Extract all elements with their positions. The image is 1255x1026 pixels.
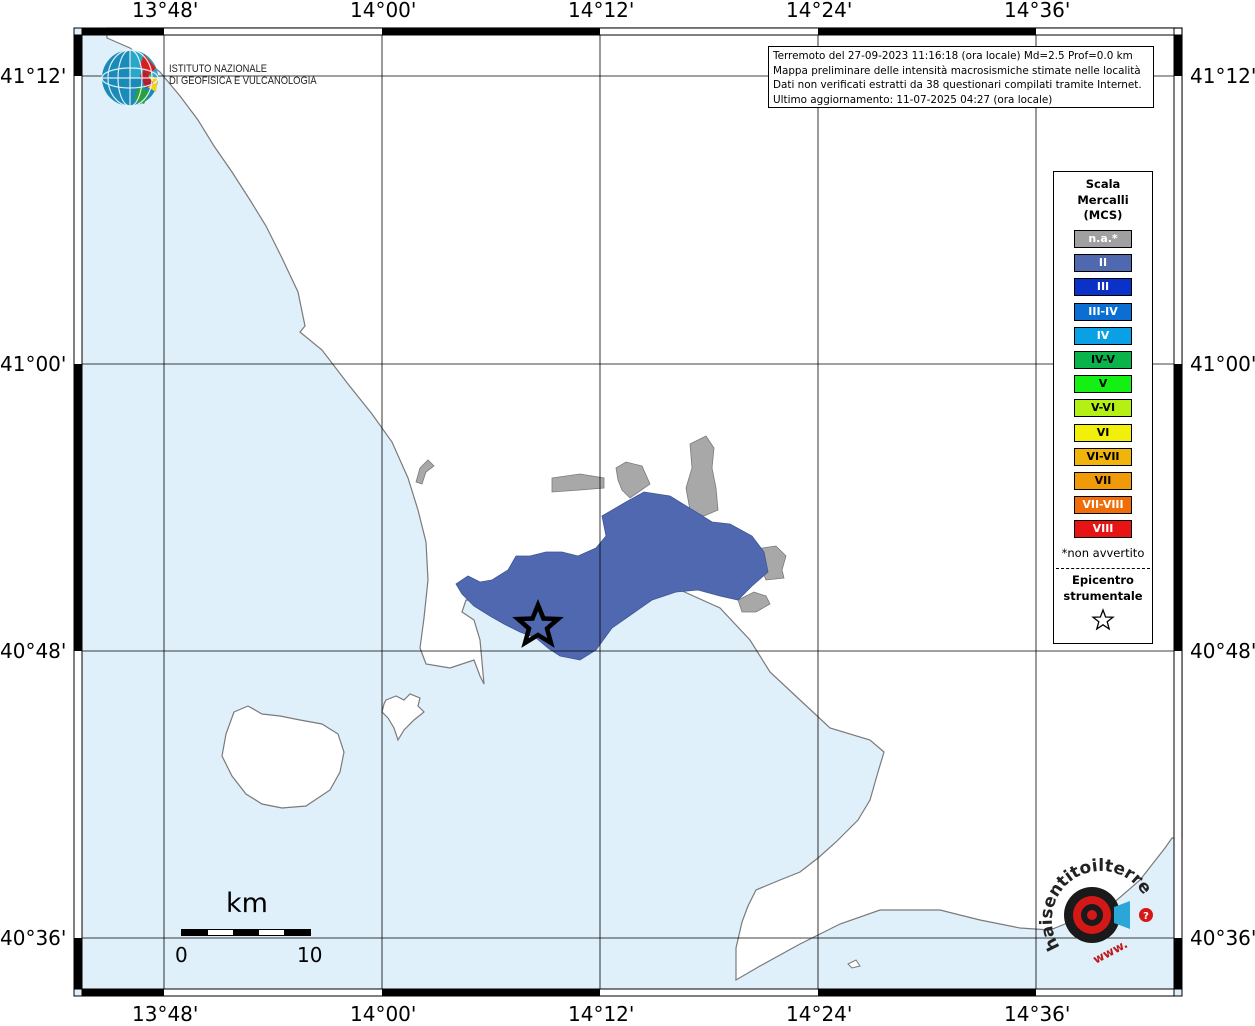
legend-title-line: Scala bbox=[1085, 177, 1121, 191]
legend-item: IV bbox=[1074, 326, 1132, 345]
event-info-line: Terremoto del 27-09-2023 11:16:18 (ora l… bbox=[773, 50, 1133, 62]
lat-label-right: 40°36' bbox=[1190, 926, 1255, 950]
scale-unit: km bbox=[226, 888, 268, 919]
lat-label-right: 41°12' bbox=[1190, 64, 1255, 88]
lat-label-right: 41°00' bbox=[1190, 352, 1255, 376]
haisentito-badge: haisentitoilterremoto.it www. ? bbox=[1030, 835, 1156, 967]
legend-title-line: (MCS) bbox=[1083, 208, 1123, 222]
event-info-line: Ultimo aggiornamento: 11-07-2025 04:27 (… bbox=[773, 93, 1053, 106]
legend-item: VI-VII bbox=[1074, 447, 1132, 466]
event-info-box: Terremoto del 27-09-2023 11:16:18 (ora l… bbox=[768, 46, 1154, 108]
legend-item: V bbox=[1074, 375, 1132, 394]
scale-end-label: 10 bbox=[297, 943, 323, 967]
logo-line2: DI GEOFISICA E VULCANOLOGIA bbox=[169, 75, 317, 87]
event-info-line: Mappa preliminare delle intensità macros… bbox=[773, 64, 1141, 77]
lon-label-bottom: 14°12' bbox=[568, 1002, 635, 1026]
event-info-line: Dati non verificati estratti da 38 quest… bbox=[773, 79, 1142, 91]
legend-title-line: Mercalli bbox=[1077, 192, 1129, 207]
legend-item: IV-V bbox=[1074, 351, 1132, 369]
lon-label-top: 13°48' bbox=[132, 0, 199, 22]
scale-bar-graphic bbox=[181, 929, 311, 936]
lat-label-left: 40°48' bbox=[0, 639, 67, 663]
ingv-logo: ISTITUTO NAZIONALE DI GEOFISICA E VULCAN… bbox=[100, 46, 320, 110]
legend-epicenter-line: Epicentro bbox=[1072, 573, 1134, 587]
svg-text:?: ? bbox=[1143, 911, 1149, 922]
legend-item: III-IV bbox=[1074, 302, 1132, 321]
scale-bar: km 0 10 bbox=[170, 888, 330, 968]
lon-label-top: 14°00' bbox=[350, 0, 417, 22]
legend-epicenter-label: Epicentro strumentale bbox=[1054, 572, 1152, 604]
legend-item: VIII bbox=[1074, 520, 1132, 539]
star-icon bbox=[1091, 608, 1115, 631]
legend-note: *non avvertito bbox=[1061, 546, 1145, 560]
lat-label-left: 41°00' bbox=[0, 352, 67, 376]
lon-label-top: 14°36' bbox=[1004, 0, 1071, 22]
lon-label-top: 14°24' bbox=[786, 0, 853, 22]
intensity-legend: Scala Mercalli (MCS) n.a.* II III III-IV IV I… bbox=[1053, 171, 1153, 644]
legend-item: VII bbox=[1074, 472, 1132, 490]
lon-label-bottom: 14°36' bbox=[1004, 1002, 1071, 1026]
legend-item: III bbox=[1074, 278, 1132, 297]
globe-icon bbox=[101, 49, 159, 107]
legend-item: II bbox=[1074, 254, 1132, 273]
lon-label-top: 14°12' bbox=[568, 0, 635, 22]
legend-item: n.a.* bbox=[1074, 230, 1132, 248]
scale-start-label: 0 bbox=[175, 943, 188, 967]
lat-label-left: 41°12' bbox=[0, 64, 67, 88]
legend-item: VI bbox=[1074, 423, 1132, 442]
lon-label-bottom: 14°00' bbox=[350, 1002, 417, 1026]
lon-label-bottom: 13°48' bbox=[132, 1002, 199, 1026]
legend-title: Scala Mercalli (MCS) bbox=[1054, 177, 1152, 224]
not-felt-area bbox=[685, 435, 719, 517]
lat-label-right: 40°48' bbox=[1190, 639, 1255, 663]
logo-line1: ISTITUTO NAZIONALE bbox=[169, 63, 268, 75]
legend-item: V-VI bbox=[1074, 399, 1132, 418]
legend-divider bbox=[1056, 568, 1150, 569]
lat-label-left: 40°36' bbox=[0, 926, 67, 950]
legend-item: VII-VIII bbox=[1074, 496, 1132, 515]
legend-epicenter-line: strumentale bbox=[1063, 589, 1143, 603]
lon-label-bottom: 14°24' bbox=[786, 1002, 853, 1026]
